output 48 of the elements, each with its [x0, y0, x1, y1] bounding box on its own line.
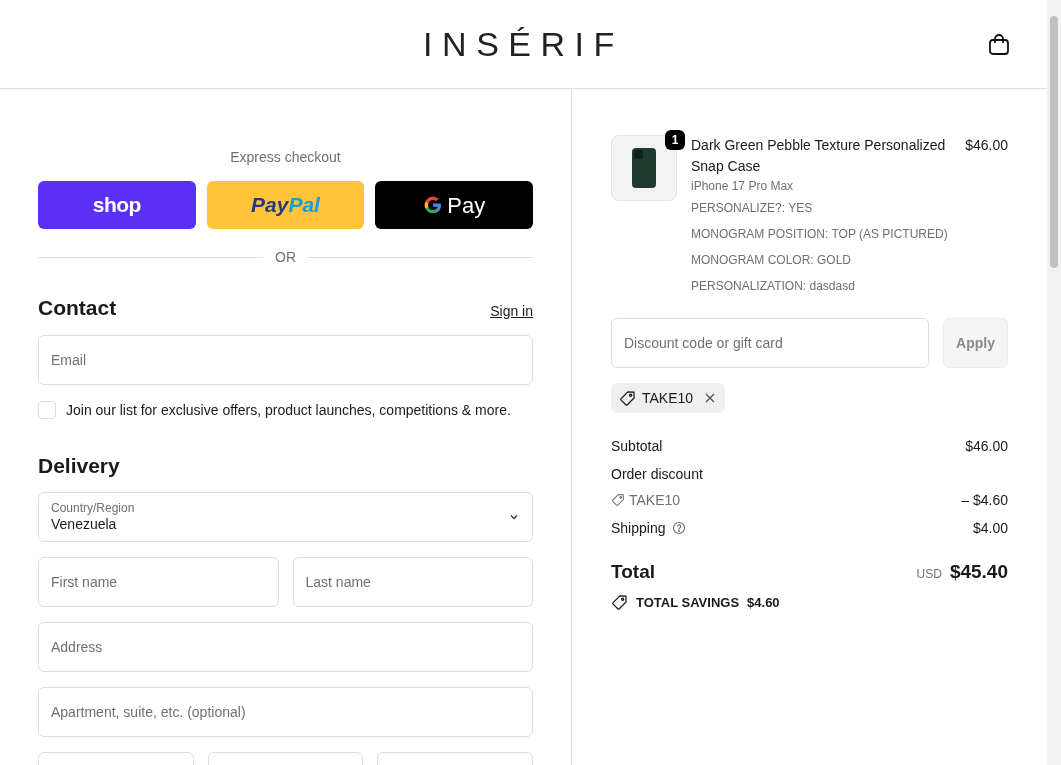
- discount-code: TAKE10: [629, 491, 681, 510]
- scrollbar[interactable]: [1047, 0, 1061, 765]
- field-value: Venezuela: [51, 515, 118, 533]
- section-heading: Delivery: [38, 453, 121, 479]
- divider-text: OR: [275, 248, 296, 267]
- chip-label: TAKE10: [642, 389, 694, 408]
- product-variant: iPhone 17 Pro Max: [691, 178, 795, 195]
- country-select[interactable]: Country/Region Venezuela: [38, 492, 533, 542]
- product-property: MONOGRAM POSITION: TOP (AS PICTURED): [691, 226, 949, 243]
- product-property: PERSONALIZATION: dasdasd: [691, 278, 856, 295]
- product-property: MONOGRAM COLOR: GOLD: [691, 252, 852, 269]
- summary-value: $4.00: [972, 519, 1008, 538]
- google-pay-button[interactable]: Pay: [375, 181, 533, 229]
- phone-case-icon: [631, 147, 657, 189]
- currency-code: USD: [916, 566, 942, 582]
- product-price: $46.00: [965, 136, 1008, 155]
- field-label: Country/Region: [51, 501, 135, 515]
- tag-icon: [611, 593, 628, 611]
- google-icon: [423, 195, 444, 215]
- total-amount: $45.40: [949, 560, 1008, 584]
- input-field[interactable]: Email: [38, 335, 533, 385]
- section-caption: Express checkout: [229, 148, 342, 167]
- paypal-button[interactable]: PayPal: [206, 181, 365, 229]
- summary-value: – $4.60: [961, 491, 1008, 510]
- store-logo[interactable]: INSÉRIF: [423, 18, 624, 70]
- sign-in-link[interactable]: Sign in: [490, 301, 533, 321]
- newsletter-label: Join our list for exclusive offers, product launches, competitions & more.: [66, 401, 511, 420]
- section-heading: Contact: [38, 295, 117, 321]
- total-label: Total: [611, 560, 655, 584]
- help-icon[interactable]: [671, 521, 686, 535]
- product-property: PERSONALIZE?: YES: [691, 200, 814, 217]
- quantity-badge: 1: [665, 130, 685, 150]
- summary-label: Order discount: [611, 465, 703, 484]
- shopping-bag-icon[interactable]: [988, 33, 1010, 56]
- summary-label: Subtotal: [611, 437, 663, 456]
- input-field[interactable]: Last name: [292, 557, 533, 607]
- savings-label: TOTAL SAVINGS: [636, 593, 740, 612]
- input-field[interactable]: First name: [38, 557, 279, 607]
- summary-value: $46.00: [965, 437, 1008, 456]
- tag-icon: [619, 389, 636, 407]
- savings-amount: $4.60: [747, 593, 780, 612]
- newsletter-checkbox[interactable]: [38, 401, 56, 419]
- input-field[interactable]: Apartment, suite, etc. (optional): [38, 687, 533, 737]
- shop-pay-button[interactable]: shop: [38, 181, 196, 229]
- product-title: Dark Green Pebble Texture Personalized Snap Case: [691, 136, 947, 176]
- tag-icon: [611, 493, 625, 507]
- summary-label: Shipping: [611, 519, 666, 538]
- input-field[interactable]: Address: [38, 622, 533, 672]
